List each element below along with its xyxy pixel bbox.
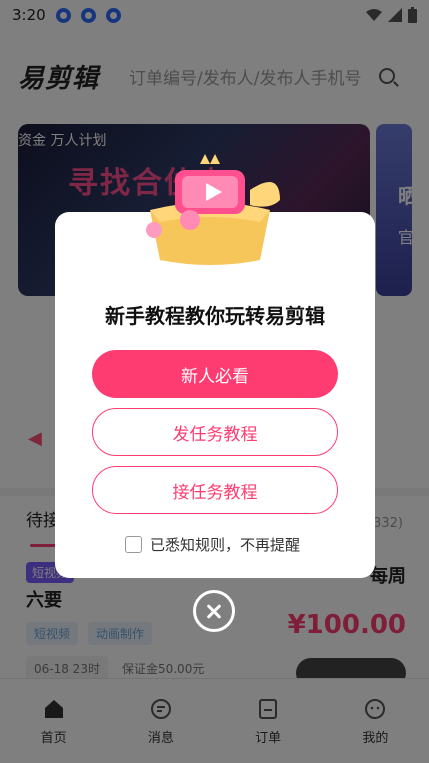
dont-remind-checkbox[interactable] (125, 536, 142, 553)
modal-title: 新手教程教你玩转易剪辑 (105, 304, 325, 328)
dont-remind-label: 已悉知规则，不再提醒 (150, 536, 301, 554)
gift-box-icon (146, 154, 280, 265)
close-modal-button[interactable] (193, 590, 235, 632)
post-task-tutorial-button[interactable]: 发任务教程 (92, 408, 338, 456)
new-user-guide-button[interactable]: 新人必看 (92, 350, 338, 398)
dont-remind-row[interactable]: 已悉知规则，不再提醒 (125, 534, 300, 555)
accept-task-tutorial-button[interactable]: 接任务教程 (92, 466, 338, 514)
